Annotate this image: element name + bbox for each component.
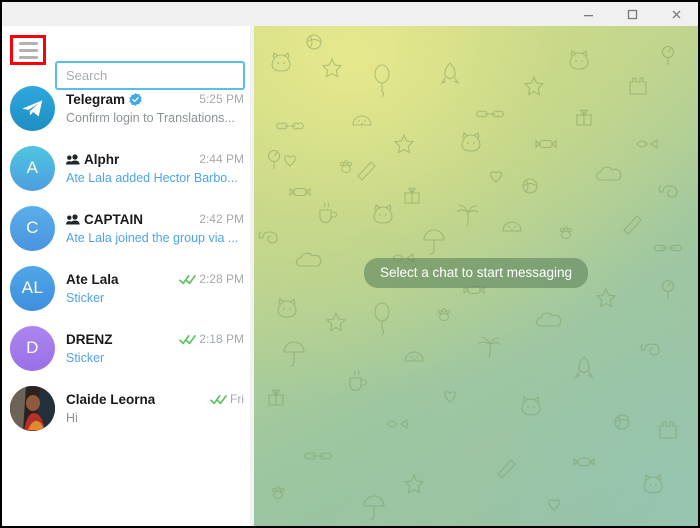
chat-name: Telegram: [66, 91, 126, 107]
close-icon: [672, 10, 680, 18]
avatar-initials: D: [26, 338, 39, 357]
chat-name: CAPTAIN: [84, 211, 143, 227]
chat-item-header: DRENZ 2:18 PM: [66, 332, 244, 347]
group-icon: [66, 213, 80, 224]
maximize-button[interactable]: [610, 2, 654, 26]
chat-timestamp: 2:18 PM: [199, 332, 244, 346]
telegram-window: Telegram 5:25 PM Confirm login to Translat…: [0, 0, 700, 528]
telegram-plane-icon: [22, 99, 43, 116]
maximize-icon: [627, 9, 637, 19]
chat-preview-message: Confirm login to Translations...: [66, 110, 235, 125]
chat-item-text: CAPTAIN 2:42 PM Ate Lala joined the group …: [66, 212, 244, 245]
hamburger-menu-icon-bar: [18, 48, 38, 52]
chat-item-meta: 2:18 PM: [173, 332, 244, 346]
chat-list-item[interactable]: D DRENZ 2:18 PM Sticker: [2, 318, 254, 378]
hamburger-menu-icon-bar: [18, 55, 38, 59]
chat-list-item[interactable]: Claide Leorna Fri Hi: [2, 378, 254, 438]
chat-item-text: Ate Lala 2:28 PM Sticker: [66, 272, 244, 305]
chat-item-text: Alphr 2:44 PM Ate Lala added Hector Barbo.…: [66, 152, 244, 185]
chat-name: Alphr: [84, 151, 120, 167]
avatar-initials: C: [26, 218, 39, 237]
chat-item-header: Telegram 5:25 PM: [66, 92, 244, 107]
chat-item-meta: 2:28 PM: [173, 272, 244, 286]
chat-preview-message: Sticker: [66, 350, 105, 365]
hamburger-menu-icon-bar: [18, 41, 38, 45]
select-chat-placeholder: Select a chat to start messaging: [363, 258, 589, 288]
chat-timestamp: 2:42 PM: [199, 212, 244, 226]
chat-timestamp: 5:25 PM: [199, 92, 244, 106]
chat-item-header: Claide Leorna Fri: [66, 392, 244, 407]
chat-timestamp: 2:28 PM: [199, 272, 244, 286]
chat-item-header: CAPTAIN 2:42 PM: [66, 212, 244, 227]
close-button[interactable]: [654, 2, 698, 26]
read-receipt-icon: [179, 334, 197, 344]
chat-item-header: Ate Lala 2:28 PM: [66, 272, 244, 287]
chat-item-meta: 2:44 PM: [193, 152, 244, 166]
chat-item-header: Alphr 2:44 PM: [66, 152, 244, 167]
avatar: [10, 85, 55, 131]
chat-item-text: Claide Leorna Fri Hi: [66, 392, 244, 425]
chat-list-item[interactable]: C CAPTAIN 2:42 PM Ate Lala joined the group…: [2, 198, 254, 258]
read-receipt-icon: [210, 394, 227, 404]
chat-item-meta: Fri: [204, 392, 244, 406]
hamburger-menu-button[interactable]: [10, 35, 46, 65]
chat-list-item[interactable]: AL Ate Lala 2:28 PM Sticker: [2, 258, 254, 318]
avatar: D: [10, 325, 55, 371]
title-bar: [2, 2, 698, 26]
minimize-icon: [583, 14, 593, 16]
chat-item-text: DRENZ 2:18 PM Sticker: [66, 332, 244, 365]
chat-timestamp: Fri: [230, 392, 244, 406]
chat-list-item[interactable]: Telegram 5:25 PM Confirm login to Translat…: [2, 78, 254, 138]
avatar: A: [10, 145, 55, 191]
chat-item-meta: 5:25 PM: [193, 92, 244, 106]
avatar-initials: A: [26, 158, 39, 177]
avatar-initials: AL: [21, 278, 44, 297]
chat-list[interactable]: Telegram 5:25 PM Confirm login to Translat…: [2, 78, 254, 526]
avatar: [10, 385, 55, 431]
avatar: C: [10, 205, 55, 251]
group-icon: [66, 153, 80, 164]
chat-list-item[interactable]: A Alphr 2:44 PM Ate Lala added Hector Barbo…: [2, 138, 254, 198]
chat-preview-message: Sticker: [66, 290, 105, 305]
chat-name: DRENZ: [66, 331, 113, 347]
chat-preview-message: Ate Lala added Hector Barbo...: [66, 170, 238, 185]
chat-item-text: Telegram 5:25 PM Confirm login to Translat…: [66, 92, 244, 125]
minimize-button[interactable]: [566, 2, 610, 26]
avatar: AL: [10, 265, 55, 311]
chat-name: Ate Lala: [66, 271, 119, 287]
chat-timestamp: 2:44 PM: [199, 152, 244, 166]
read-receipt-icon: [179, 274, 197, 284]
sidebar: Telegram 5:25 PM Confirm login to Translat…: [2, 26, 254, 526]
chat-item-meta: 2:42 PM: [193, 212, 244, 226]
chat-preview-message: Hi: [66, 410, 78, 425]
verified-badge-icon: [129, 92, 142, 106]
chat-name: Claide Leorna: [66, 391, 156, 407]
chat-pane: Select a chat to start messaging: [254, 26, 698, 526]
chat-preview-message: Ate Lala joined the group via ...: [66, 230, 239, 245]
search-row: [2, 26, 254, 90]
avatar-photo: [10, 385, 55, 431]
